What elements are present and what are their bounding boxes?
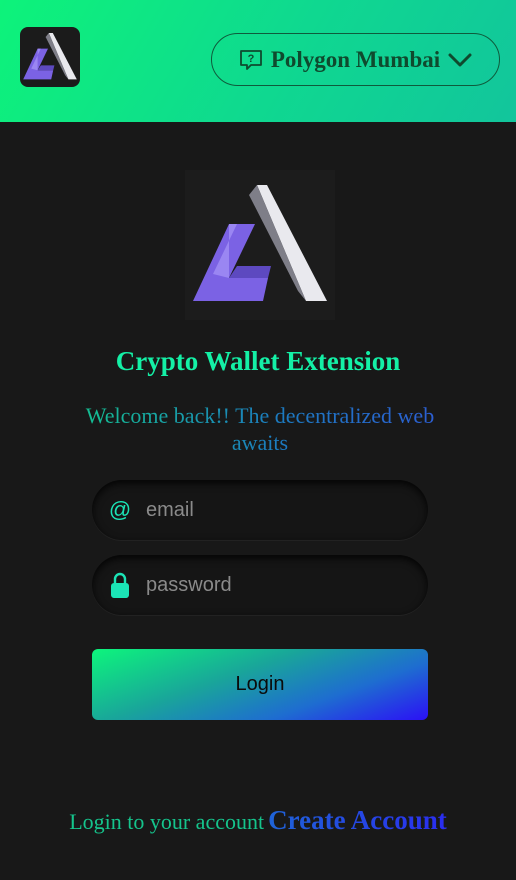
password-field — [92, 555, 428, 615]
lock-icon — [94, 555, 146, 615]
login-button[interactable]: Login — [92, 649, 428, 720]
create-account-link[interactable]: Create Account — [268, 805, 447, 835]
chevron-down-icon — [448, 52, 472, 68]
network-label: Polygon Mumbai — [270, 46, 441, 72]
footer: Login to your account Create Account — [0, 805, 516, 836]
welcome-subtitle: Welcome back!! The decentralized web awa… — [55, 402, 465, 456]
network-help-icon: ? — [239, 49, 263, 71]
email-field: @ — [92, 480, 428, 540]
page-title: Crypto Wallet Extension — [115, 346, 401, 376]
app-logo-icon — [20, 27, 80, 87]
brand-logo-icon — [185, 170, 335, 320]
email-input[interactable] — [146, 490, 406, 530]
svg-text:?: ? — [247, 53, 254, 65]
password-input[interactable] — [146, 565, 406, 605]
network-selector-button[interactable]: ? Polygon Mumbai — [211, 33, 500, 86]
login-prompt-text: Login to your account — [69, 809, 265, 834]
top-header: ? Polygon Mumbai — [0, 0, 516, 122]
at-icon: @ — [108, 497, 132, 522]
